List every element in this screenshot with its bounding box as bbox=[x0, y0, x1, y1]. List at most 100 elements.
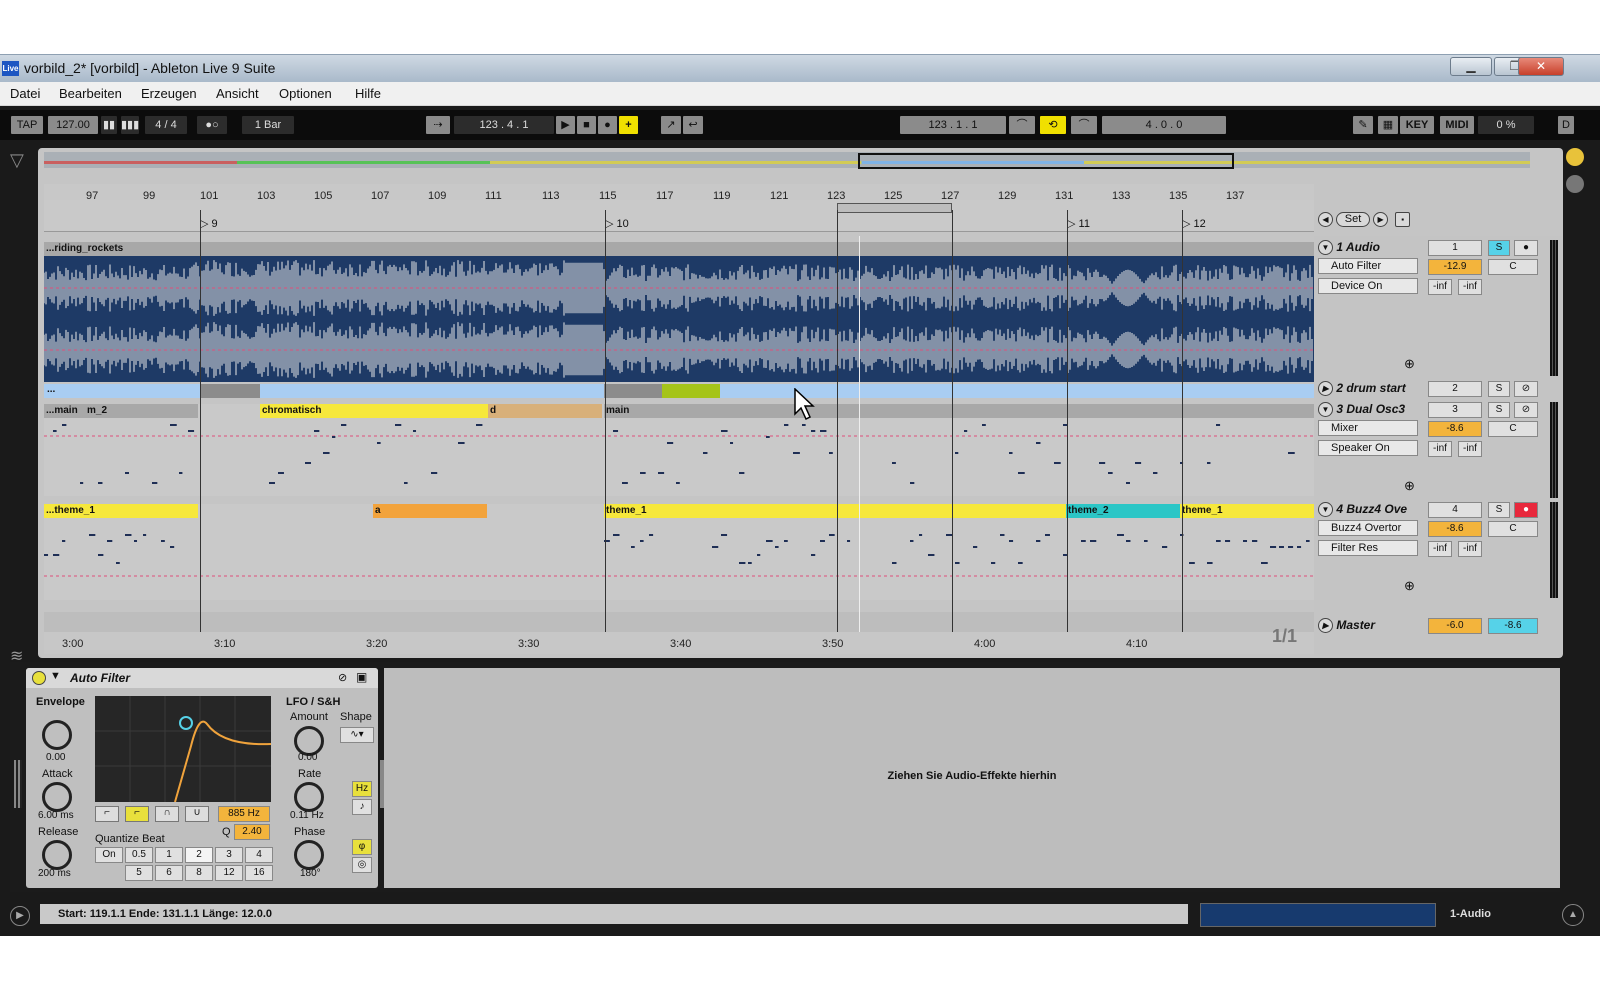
device-fold-icon[interactable]: ▼ bbox=[50, 670, 61, 682]
quantize-button[interactable]: 16 bbox=[245, 865, 273, 881]
drum-start-lane[interactable]: ... bbox=[44, 384, 1314, 398]
track-1-arm-button[interactable]: ● bbox=[1514, 240, 1538, 256]
dual-osc-lane[interactable]: ...main m_2 chromatisch d main bbox=[44, 404, 1314, 496]
nudge-down-icon[interactable]: ▮▮ bbox=[101, 116, 117, 134]
clip-title-theme1-b[interactable]: theme_1 bbox=[604, 504, 1066, 518]
track-3-volume[interactable]: -8.6 bbox=[1428, 421, 1482, 437]
track-3-arm-button[interactable]: ⊘ bbox=[1514, 402, 1538, 418]
quantize-button[interactable]: 12 bbox=[215, 865, 243, 881]
loop-start-field[interactable]: 123 . 1 . 1 bbox=[900, 116, 1006, 134]
locator-9[interactable]: ▷ 9 bbox=[200, 217, 218, 230]
master-lane[interactable] bbox=[44, 612, 1314, 632]
punch-out-icon[interactable]: ⌒ bbox=[1071, 116, 1097, 134]
fold-icon[interactable]: ▼ bbox=[1318, 502, 1333, 518]
lfo-shape-menu[interactable]: ∿▾ bbox=[340, 727, 374, 743]
track-1-volume[interactable]: -12.9 bbox=[1428, 259, 1482, 275]
menu-erzeugen[interactable]: Erzeugen bbox=[141, 86, 197, 101]
add-lane-icon[interactable]: ⊕ bbox=[1404, 578, 1415, 594]
quantize-button[interactable]: 2 bbox=[185, 847, 213, 863]
bandpass-icon[interactable]: ∩ bbox=[155, 806, 179, 822]
clip-title-theme1-a[interactable]: ...theme_1 bbox=[44, 504, 198, 518]
track-4-pan[interactable]: C bbox=[1488, 521, 1538, 537]
track-1-device-chooser[interactable]: Auto Filter bbox=[1318, 258, 1418, 274]
phase-knob[interactable] bbox=[294, 840, 324, 870]
menu-optionen[interactable]: Optionen bbox=[279, 86, 332, 101]
clip-title-main-1[interactable]: ...main bbox=[44, 404, 85, 418]
hot-swap-icon[interactable]: ⊘ bbox=[338, 671, 347, 684]
arrangement-position[interactable]: 123 . 4 . 1 bbox=[454, 116, 554, 134]
auto-filter-titlebar[interactable]: ▼ Auto Filter ⊘ ▣ bbox=[26, 668, 378, 688]
track-3-pan[interactable]: C bbox=[1488, 421, 1538, 437]
quantize-button[interactable]: 1 bbox=[155, 847, 183, 863]
fold-icon[interactable]: ▼ bbox=[1318, 402, 1333, 418]
clip-title-drum[interactable]: ... bbox=[44, 384, 194, 398]
stop-icon[interactable]: ■ bbox=[577, 116, 596, 134]
track-1-param-chooser[interactable]: Device On bbox=[1318, 278, 1418, 294]
lock-envelopes-icon[interactable]: ▪ bbox=[1395, 212, 1411, 227]
filter-response-display[interactable] bbox=[95, 696, 271, 802]
track-2-solo-button[interactable]: S bbox=[1488, 381, 1510, 397]
overview-view-box[interactable] bbox=[858, 153, 1234, 169]
minimize-button[interactable]: ▁ bbox=[1450, 57, 1492, 76]
lowpass-icon[interactable]: ⌐ bbox=[95, 806, 119, 822]
locator-11[interactable]: ▷ 11 bbox=[1067, 217, 1090, 230]
frequency-field[interactable]: 885 Hz bbox=[218, 806, 270, 822]
loop-locator-strip[interactable] bbox=[44, 200, 1314, 232]
track-2-number[interactable]: 2 bbox=[1428, 381, 1482, 397]
track-3-header[interactable]: ▼ 3 Dual Osc3 bbox=[1318, 400, 1405, 418]
track-3-number[interactable]: 3 bbox=[1428, 402, 1482, 418]
track-1-number[interactable]: 1 bbox=[1428, 240, 1482, 256]
next-locator-icon[interactable]: ▶ bbox=[1373, 212, 1389, 227]
phase-mode-icon[interactable]: φ bbox=[352, 839, 372, 855]
time-signature-field[interactable]: 4 / 4 bbox=[145, 116, 187, 134]
save-preset-icon[interactable]: ▣ bbox=[356, 670, 367, 684]
track-4-header[interactable]: ▼ 4 Buzz4 Ove bbox=[1318, 500, 1407, 518]
locator-10[interactable]: ▷ 10 bbox=[605, 217, 629, 230]
rate-knob[interactable] bbox=[294, 782, 324, 812]
buzz-lane[interactable]: ...theme_1 a theme_1 theme_2 theme_1 bbox=[44, 504, 1314, 600]
tempo-field[interactable]: 127.00 bbox=[48, 116, 98, 134]
prev-locator-icon[interactable]: ◀ bbox=[1318, 212, 1333, 227]
punch-in-icon[interactable]: ⌒ bbox=[1009, 116, 1035, 134]
audio-track-lane[interactable]: ...riding_rockets bbox=[44, 242, 1314, 382]
automation-arm-icon[interactable]: ↗ bbox=[661, 116, 681, 134]
quantize-button[interactable]: 3 bbox=[215, 847, 243, 863]
back-to-arrangement-icon[interactable]: ↩ bbox=[683, 116, 703, 134]
loop-length-field[interactable]: 4 . 0 . 0 bbox=[1102, 116, 1226, 134]
show-info-icon[interactable]: ▶ bbox=[10, 906, 30, 926]
audio-effects-drop-zone[interactable]: Ziehen Sie Audio-Effekte hierhin bbox=[384, 668, 1560, 888]
device-on-icon[interactable] bbox=[32, 671, 46, 685]
notch-icon[interactable]: ∪ bbox=[185, 806, 209, 822]
quantize-button[interactable]: 8 bbox=[185, 865, 213, 881]
overdub-icon[interactable]: + bbox=[619, 116, 638, 134]
track-4-number[interactable]: 4 bbox=[1428, 502, 1482, 518]
clip-title-theme1-c[interactable]: theme_1 bbox=[1180, 504, 1314, 518]
fold-icon[interactable]: ▼ bbox=[1318, 240, 1333, 256]
highpass-icon[interactable]: ⌐ bbox=[125, 806, 149, 822]
draw-mode-icon[interactable]: ✎ bbox=[1353, 116, 1373, 134]
track-4-solo-button[interactable]: S bbox=[1488, 502, 1510, 518]
track-1-solo-button[interactable]: S bbox=[1488, 240, 1510, 256]
clip-title-theme2[interactable]: theme_2 bbox=[1066, 504, 1180, 518]
master-header[interactable]: ▶ Master bbox=[1318, 616, 1375, 634]
spin-mode-icon[interactable]: ◎ bbox=[352, 857, 372, 873]
play-icon[interactable]: ▶ bbox=[556, 116, 575, 134]
q-field[interactable]: 2.40 bbox=[234, 824, 270, 840]
menu-hilfe[interactable]: Hilfe bbox=[355, 86, 381, 101]
clip-title-chromatisch[interactable]: chromatisch bbox=[260, 404, 488, 418]
track-2-header[interactable]: ▶ 2 drum start bbox=[1318, 379, 1406, 397]
cue-volume[interactable]: -8.6 bbox=[1488, 618, 1538, 634]
master-volume[interactable]: -6.0 bbox=[1428, 618, 1482, 634]
menu-bearbeiten[interactable]: Bearbeiten bbox=[59, 86, 122, 101]
loop-brace[interactable] bbox=[837, 203, 952, 213]
clip-title-main-2[interactable]: main bbox=[604, 404, 1314, 418]
device-scroll-handle-left[interactable] bbox=[14, 760, 22, 808]
track-4-device-chooser[interactable]: Buzz4 Overtor bbox=[1318, 520, 1418, 536]
clip-title-riding-rockets[interactable]: ...riding_rockets bbox=[44, 242, 1314, 256]
drum-clip-green[interactable] bbox=[662, 384, 720, 398]
menu-ansicht[interactable]: Ansicht bbox=[216, 86, 259, 101]
track-3-param-chooser[interactable]: Speaker On bbox=[1318, 440, 1418, 456]
track-1-pan[interactable]: C bbox=[1488, 259, 1538, 275]
quantize-button[interactable]: 5 bbox=[125, 865, 153, 881]
release-knob[interactable] bbox=[42, 840, 72, 870]
